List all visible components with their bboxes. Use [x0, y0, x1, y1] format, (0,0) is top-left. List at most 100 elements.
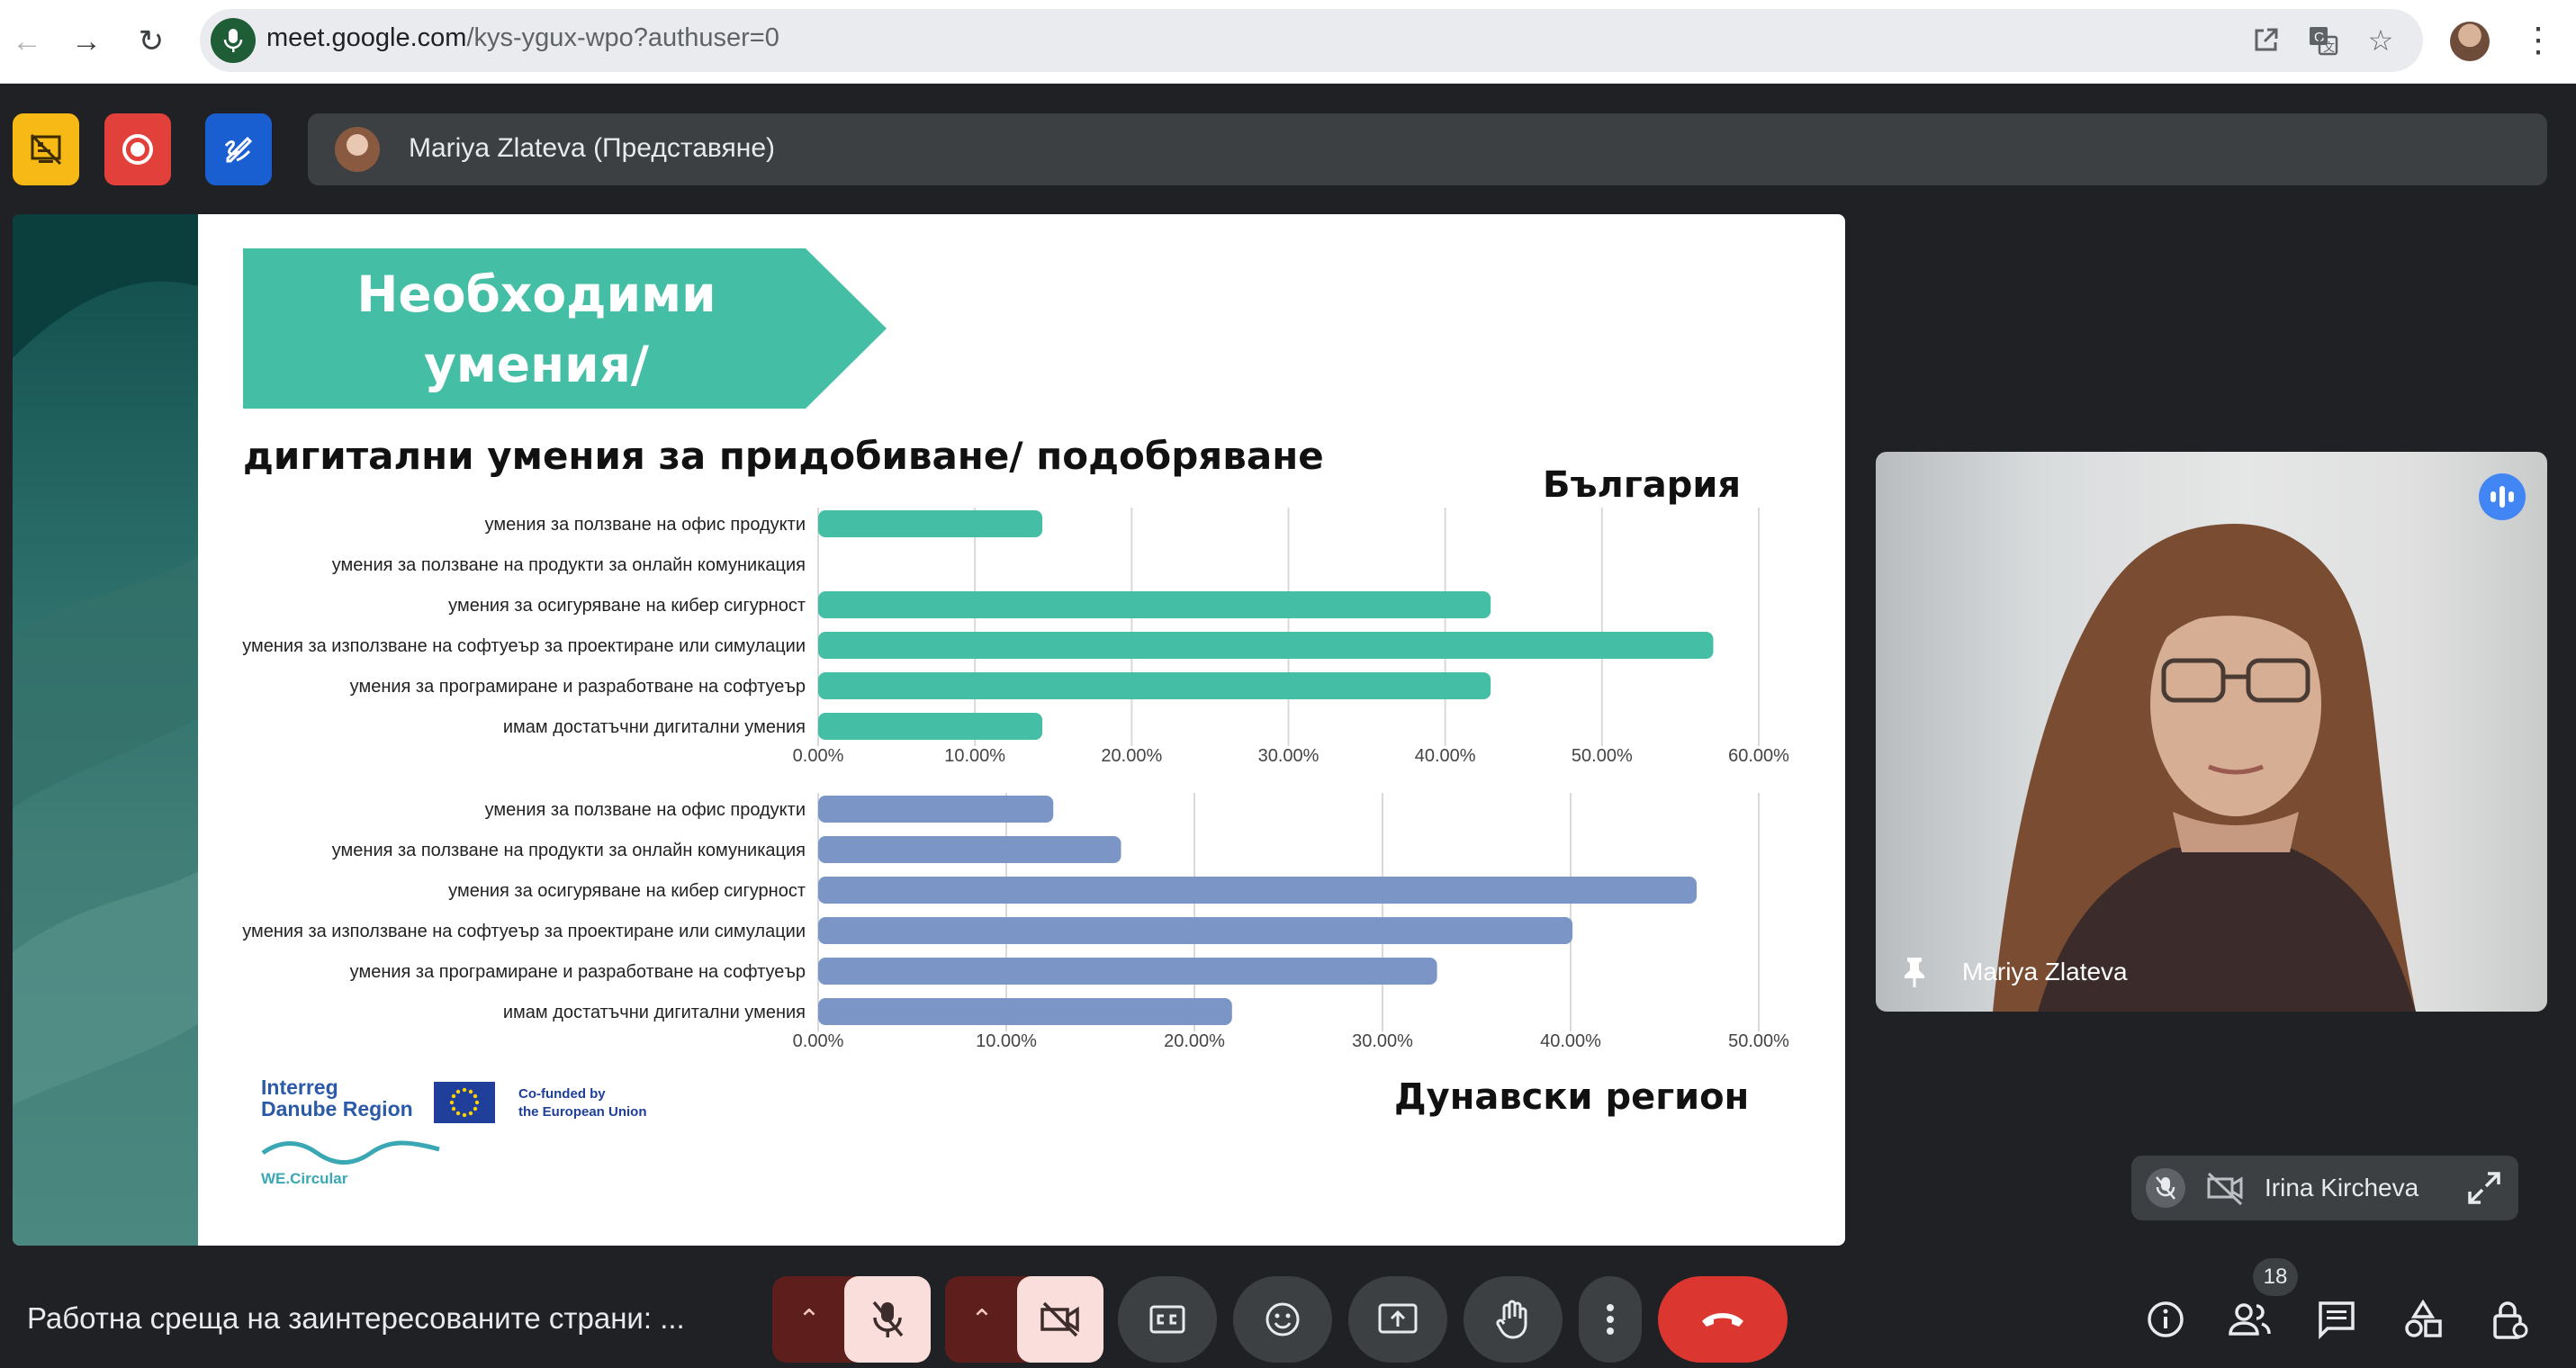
bar: [818, 998, 1232, 1025]
people-icon[interactable]: [2223, 1292, 2277, 1346]
eu-flag-icon: [434, 1082, 495, 1123]
tick-label: 40.00%: [1540, 1031, 1601, 1051]
eu-cofunded-text: Co-funded by the European Union: [518, 1085, 647, 1121]
mic-off-button[interactable]: [844, 1276, 931, 1363]
category-label: умения за използване на софтуеър за прое…: [242, 922, 806, 941]
participant-tile-main[interactable]: Mariya Zlateva: [1876, 452, 2547, 1012]
tick-label: 20.00%: [1164, 1031, 1225, 1051]
participant-count-badge: 18: [2253, 1258, 2298, 1296]
hang-up-icon: [1702, 1313, 1743, 1327]
mic-off-icon: [2146, 1168, 2185, 1208]
activities-icon[interactable]: [2396, 1292, 2450, 1346]
tick-label: 40.00%: [1415, 746, 1476, 766]
category-label: умения за ползване на продукти за онлайн…: [332, 555, 806, 575]
forward-icon[interactable]: →: [63, 18, 110, 65]
captions-icon: [1149, 1305, 1185, 1334]
bar: [818, 632, 1714, 659]
reactions-button[interactable]: [1233, 1276, 1332, 1363]
interreg-line1: Interreg: [261, 1076, 338, 1099]
meeting-title[interactable]: Работна среща на заинтересованите страни…: [27, 1301, 685, 1336]
translate-icon[interactable]: G文: [2302, 20, 2344, 61]
bar: [818, 836, 1121, 863]
present-screen-icon: [1378, 1303, 1418, 1334]
recording-icon[interactable]: [104, 113, 171, 185]
tick-label: 0.00%: [793, 1031, 844, 1051]
presentation-slide: Необходими умения/ индустрия 4.0 дигитал…: [13, 214, 1845, 1246]
presenter-avatar: [335, 127, 380, 172]
url-path: /kys-ygux-wpo?authuser=0: [466, 23, 779, 52]
svg-text:文: 文: [2323, 40, 2335, 54]
captions-button[interactable]: [1118, 1276, 1217, 1363]
category-label: имам достатъчни дигитални умения: [503, 717, 806, 737]
url-text[interactable]: meet.google.com/kys-ygux-wpo?authuser=0: [266, 23, 779, 53]
tick-label: 30.00%: [1352, 1031, 1413, 1051]
chat-icon[interactable]: [2310, 1292, 2364, 1346]
bar: [818, 877, 1698, 904]
bar: [818, 591, 1491, 618]
interreg-line2: Danube Region: [261, 1097, 413, 1120]
end-call-button[interactable]: [1658, 1276, 1788, 1363]
bar: [818, 672, 1491, 699]
eu-line2: the European Union: [518, 1104, 647, 1120]
pin-icon[interactable]: [1901, 956, 1928, 988]
tick-label: 50.00%: [1728, 1031, 1789, 1051]
hide-self-icon[interactable]: [13, 113, 79, 185]
participant-tile-mini[interactable]: Irina Kircheva: [2131, 1156, 2518, 1220]
annotate-icon[interactable]: [205, 113, 272, 185]
wecircular-wave-icon: [261, 1140, 440, 1165]
mic-control-group: ⌃: [772, 1276, 931, 1363]
category-label: умения за ползване на офис продукти: [485, 800, 806, 820]
site-mic-icon[interactable]: [211, 18, 256, 63]
category-label: умения за ползване на офис продукти: [485, 515, 806, 535]
eu-line1: Co-funded by: [518, 1086, 606, 1102]
tick-label: 60.00%: [1728, 746, 1789, 766]
tick-label: 20.00%: [1101, 746, 1162, 766]
more-options-button[interactable]: [1579, 1276, 1642, 1363]
camera-control-group: ⌃: [945, 1276, 1103, 1363]
presenter-bar: Mariya Zlateva (Представяне): [308, 113, 2547, 185]
category-label: умения за осигуряване на кибер сигурност: [448, 881, 806, 901]
profile-avatar[interactable]: [2450, 22, 2490, 61]
interreg-logo: Interreg Danube Region: [261, 1076, 413, 1120]
category-label: умения за ползване на продукти за онлайн…: [332, 841, 806, 860]
camera-off-button[interactable]: [1017, 1276, 1103, 1363]
bar: [818, 917, 1573, 944]
meeting-info-icon[interactable]: [2139, 1292, 2193, 1346]
host-controls-icon[interactable]: [2482, 1292, 2536, 1346]
raise-hand-button[interactable]: [1464, 1276, 1563, 1363]
category-label: умения за осигуряване на кибер сигурност: [448, 596, 806, 616]
tick-label: 10.00%: [944, 746, 1005, 766]
camera-options-chevron-icon[interactable]: ⌃: [945, 1276, 1019, 1363]
more-vert-icon: [1607, 1304, 1614, 1335]
address-bar[interactable]: meet.google.com/kys-ygux-wpo?authuser=0 …: [200, 9, 2423, 72]
tick-label: 30.00%: [1258, 746, 1320, 766]
logos: Interreg Danube Region Co-funded by the …: [261, 1076, 675, 1238]
participant-name: Mariya Zlateva: [1962, 958, 2128, 986]
bar: [818, 958, 1437, 985]
browser-toolbar: ← → ↻ meet.google.com/kys-ygux-wpo?authu…: [0, 0, 2576, 84]
browser-menu-icon[interactable]: ⋮: [2520, 20, 2556, 63]
wecircular-logo: WE.Circular: [261, 1170, 348, 1187]
present-button[interactable]: [1348, 1276, 1447, 1363]
mic-options-chevron-icon[interactable]: ⌃: [772, 1276, 846, 1363]
category-label: умения за програмиране и разработване на…: [350, 962, 806, 982]
back-icon[interactable]: ←: [4, 18, 50, 65]
category-label: имам достатъчни дигитални умения: [503, 1003, 806, 1022]
reload-icon[interactable]: ↻: [128, 18, 175, 65]
expand-icon[interactable]: [2466, 1170, 2502, 1206]
tick-label: 0.00%: [793, 746, 844, 766]
bar: [818, 713, 1043, 740]
url-host: meet.google.com: [266, 23, 467, 52]
presenter-label: Mariya Zlateva (Представяне): [409, 133, 776, 163]
camera-off-icon: [2207, 1172, 2243, 1206]
tick-label: 50.00%: [1572, 746, 1633, 766]
open-in-new-icon[interactable]: [2245, 20, 2286, 61]
bar: [818, 510, 1043, 537]
speaking-indicator-icon: [2479, 473, 2526, 520]
hand-icon: [1496, 1300, 1527, 1339]
emoji-icon: [1265, 1302, 1300, 1336]
bar: [818, 796, 1054, 823]
mini-participant-name: Irina Kircheva: [2265, 1174, 2419, 1202]
star-icon[interactable]: ☆: [2360, 20, 2401, 61]
participant-video: [1993, 524, 2416, 1012]
